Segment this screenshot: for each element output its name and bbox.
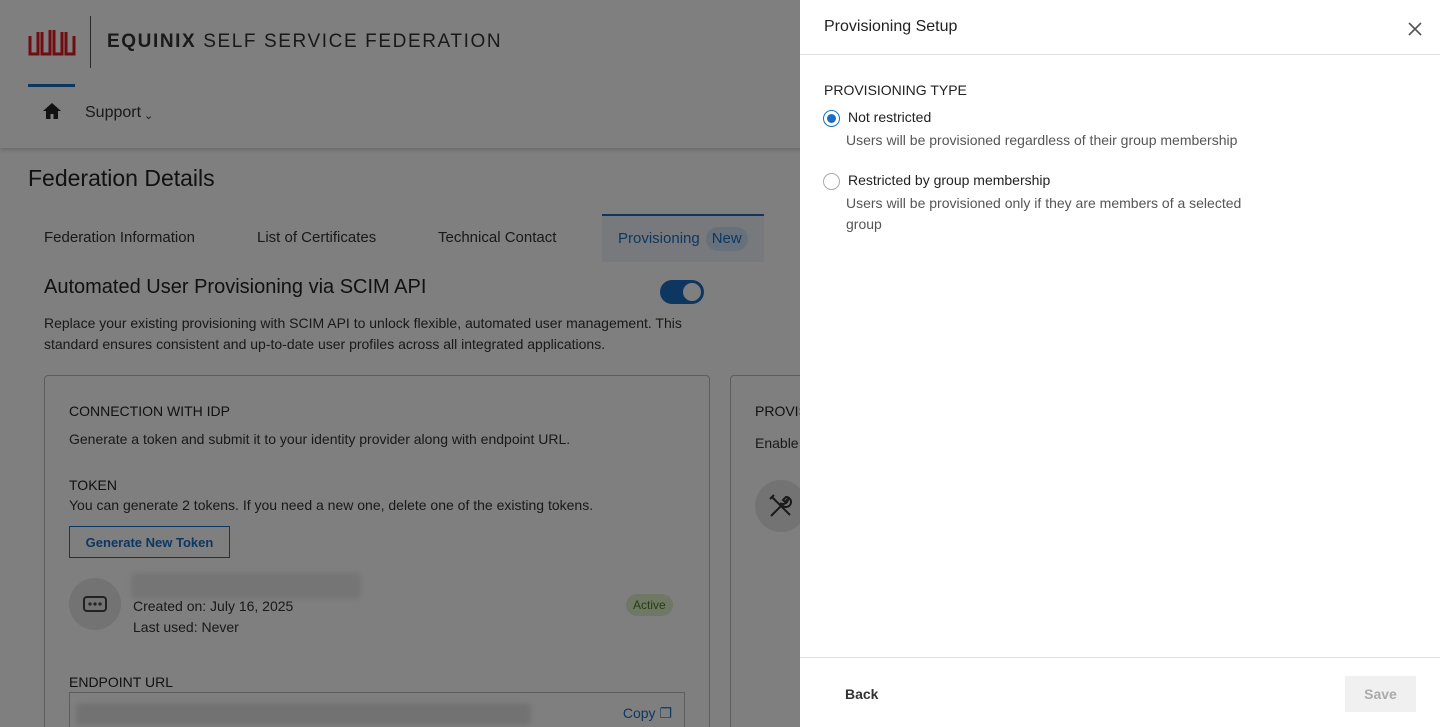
- back-button[interactable]: Back: [845, 686, 878, 702]
- provisioning-setup-drawer: Provisioning Setup PROVISIONING TYPE Not…: [800, 0, 1440, 727]
- radio-not-restricted[interactable]: [823, 110, 840, 127]
- save-button[interactable]: Save: [1345, 676, 1416, 712]
- drawer-header: Provisioning Setup: [800, 0, 1440, 55]
- radio-restricted-by-group[interactable]: [823, 173, 840, 190]
- option-help: Users will be provisioned only if they a…: [846, 195, 1242, 232]
- drawer-title: Provisioning Setup: [824, 18, 958, 35]
- option-label: Not restricted: [848, 109, 932, 125]
- close-icon[interactable]: [1406, 20, 1424, 38]
- option-help: Users will be provisioned regardless of …: [846, 132, 1238, 148]
- provisioning-type-label: PROVISIONING TYPE: [824, 82, 967, 98]
- option-label: Restricted by group membership: [848, 172, 1051, 188]
- drawer-footer: Back Save: [800, 657, 1440, 727]
